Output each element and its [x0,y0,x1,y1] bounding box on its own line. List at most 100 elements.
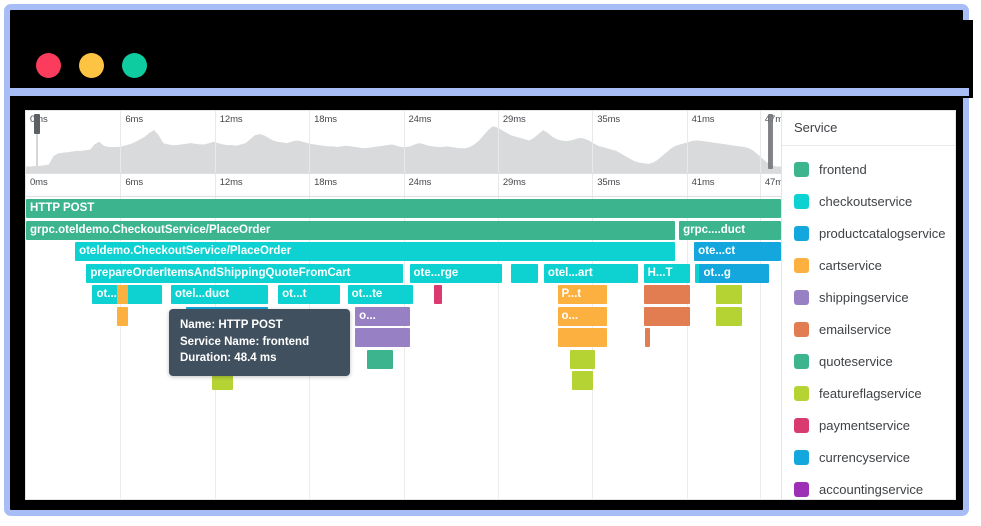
span-bar[interactable]: otel...duct [170,285,268,304]
span-bar[interactable]: ote...ct [694,242,781,261]
span-tooltip: Name: HTTP POST Service Name: frontend D… [169,309,350,376]
legend-item-checkoutservice[interactable]: checkoutservice [782,185,955,217]
span-bar[interactable] [716,306,742,326]
legend-item-productcatalogservice[interactable]: productcatalogservice [782,217,955,249]
legend-item-frontend[interactable]: frontend [782,153,955,185]
tick-label: 12ms [219,114,243,125]
span-bar[interactable] [643,285,691,304]
span-bar[interactable]: ot...t [278,285,341,304]
span-bar[interactable] [367,349,393,369]
tick-4: 24ms [403,174,431,196]
span-bar[interactable] [716,285,742,304]
tick-label: 41ms [691,177,715,188]
tooltip-duration: Duration: 48.4 ms [180,352,277,364]
tick-3: 18ms [309,174,337,196]
tick-5: 29ms [497,174,526,196]
legend-item-quoteservice[interactable]: quoteservice [782,345,955,377]
service-legend: Service frontend checkoutservice productca… [781,111,955,499]
legend-title: Service [782,111,955,146]
legend-swatch-icon [794,353,809,369]
tick-1: 6ms [120,111,143,173]
legend-item-label: currencyservice [819,449,911,465]
tick-label: 47ms [764,177,781,188]
span-bar[interactable]: grpc....duct [679,220,781,240]
span-bar[interactable]: ot...g [699,263,769,283]
tick-label: 18ms [314,177,337,188]
span-bar[interactable] [510,263,538,283]
tick-label: 18ms [314,114,337,125]
legend-item-shippingservice[interactable]: shippingservice [782,281,955,313]
span-bar[interactable]: H...T [643,263,691,283]
maximize-dot[interactable] [122,53,147,78]
legend-swatch-icon [794,449,809,465]
legend-swatch-icon [794,289,809,305]
legend-swatch-icon [794,193,809,209]
tick-2: 12ms [214,174,243,196]
timeline-tick-axis: 0ms 6ms 12ms 18ms 24ms 29ms 35ms 41ms 47ms [26,174,781,196]
tick-5: 29ms [497,111,526,173]
legend-items[interactable]: frontend checkoutservice productcatalogser… [782,146,955,499]
span-bar[interactable]: o... [557,306,608,326]
tick-label: 6ms [125,177,144,188]
legend-item-accountingservice[interactable]: accountingservice [782,473,955,499]
minimap-tick-axis: 0ms6ms12ms18ms24ms29ms35ms41ms47ms [26,111,781,173]
span-bar[interactable]: otel...art [543,263,638,283]
legend-item-currencyservice[interactable]: currencyservice [782,441,955,473]
span-rows[interactable]: HTTP POST grpc.oteldemo.CheckoutService/P… [26,197,781,499]
span-bar[interactable]: prepareOrderItemsAndShippingQuoteFromCar… [86,263,404,283]
span-bar[interactable] [557,328,608,347]
span-bar[interactable] [116,306,128,326]
span-bar[interactable]: HTTP POST [26,199,781,218]
legend-item-cartservice[interactable]: cartservice [782,249,955,281]
span-bar[interactable]: ote...rge [409,263,502,283]
tick-label: 35ms [597,114,621,125]
span-bar[interactable]: ot...te [347,285,413,304]
close-dot[interactable] [36,53,61,78]
legend-item-label: paymentservice [819,417,911,433]
tick-1: 6ms [120,174,143,196]
tick-label: 24ms [408,114,432,125]
legend-item-label: frontend [819,161,867,177]
tick-label: 0ms [30,177,48,188]
legend-swatch-icon [794,481,809,497]
tick-label: 35ms [597,177,621,188]
legend-item-label: quoteservice [819,353,893,369]
span-bar[interactable] [645,328,650,347]
tick-label: 6ms [125,114,144,125]
span-bar[interactable] [434,285,442,304]
tick-label: 29ms [502,177,526,188]
span-bar[interactable]: o... [355,306,410,326]
minimap-right-handle[interactable] [768,114,773,169]
span-bar[interactable] [643,306,691,326]
legend-item-emailservice[interactable]: emailservice [782,313,955,345]
legend-item-label: emailservice [819,321,892,337]
screenshot-root: 0ms 6ms 12ms 18ms 24ms 29ms 35ms 41ms 47ms 0ms 6m… [0,0,981,526]
span-bar[interactable] [569,349,596,369]
timeline-minimap[interactable]: 0ms6ms12ms18ms24ms29ms35ms41ms47ms [26,111,781,174]
tick-3: 18ms [309,111,337,173]
legend-swatch-icon [794,385,809,401]
span-bar[interactable] [571,371,593,390]
legend-item-label: cartservice [819,257,882,273]
minimize-dot[interactable] [79,53,104,78]
legend-item-featureflagservice[interactable]: featureflagservice [782,377,955,409]
trace-timeline-pane[interactable]: 0ms 6ms 12ms 18ms 24ms 29ms 35ms 41ms 47ms 0ms 6m… [26,111,781,499]
legend-swatch-icon [794,321,809,337]
tick-4: 24ms [403,111,431,173]
window-controls[interactable] [36,53,147,78]
span-bar[interactable] [116,285,128,304]
tick-8: 47ms [759,174,781,196]
minimap-left-handle[interactable] [34,114,40,134]
tick-7: 41ms [686,111,715,173]
legend-item-paymentservice[interactable]: paymentservice [782,409,955,441]
span-bar[interactable]: grpc.oteldemo.CheckoutService/PlaceOrder [26,220,676,240]
tooltip-name: Name: HTTP POST [180,319,283,331]
span-bar[interactable] [355,328,410,347]
span-bar[interactable]: oteldemo.CheckoutService/PlaceOrder [75,242,676,261]
titlebar-divider [4,88,969,96]
span-bar[interactable]: P...t [557,285,608,304]
span-waterfall[interactable]: HTTP POST grpc.oteldemo.CheckoutService/P… [26,197,781,499]
legend-item-label: accountingservice [819,481,924,497]
tick-6: 35ms [592,111,620,173]
tick-7: 41ms [686,174,715,196]
